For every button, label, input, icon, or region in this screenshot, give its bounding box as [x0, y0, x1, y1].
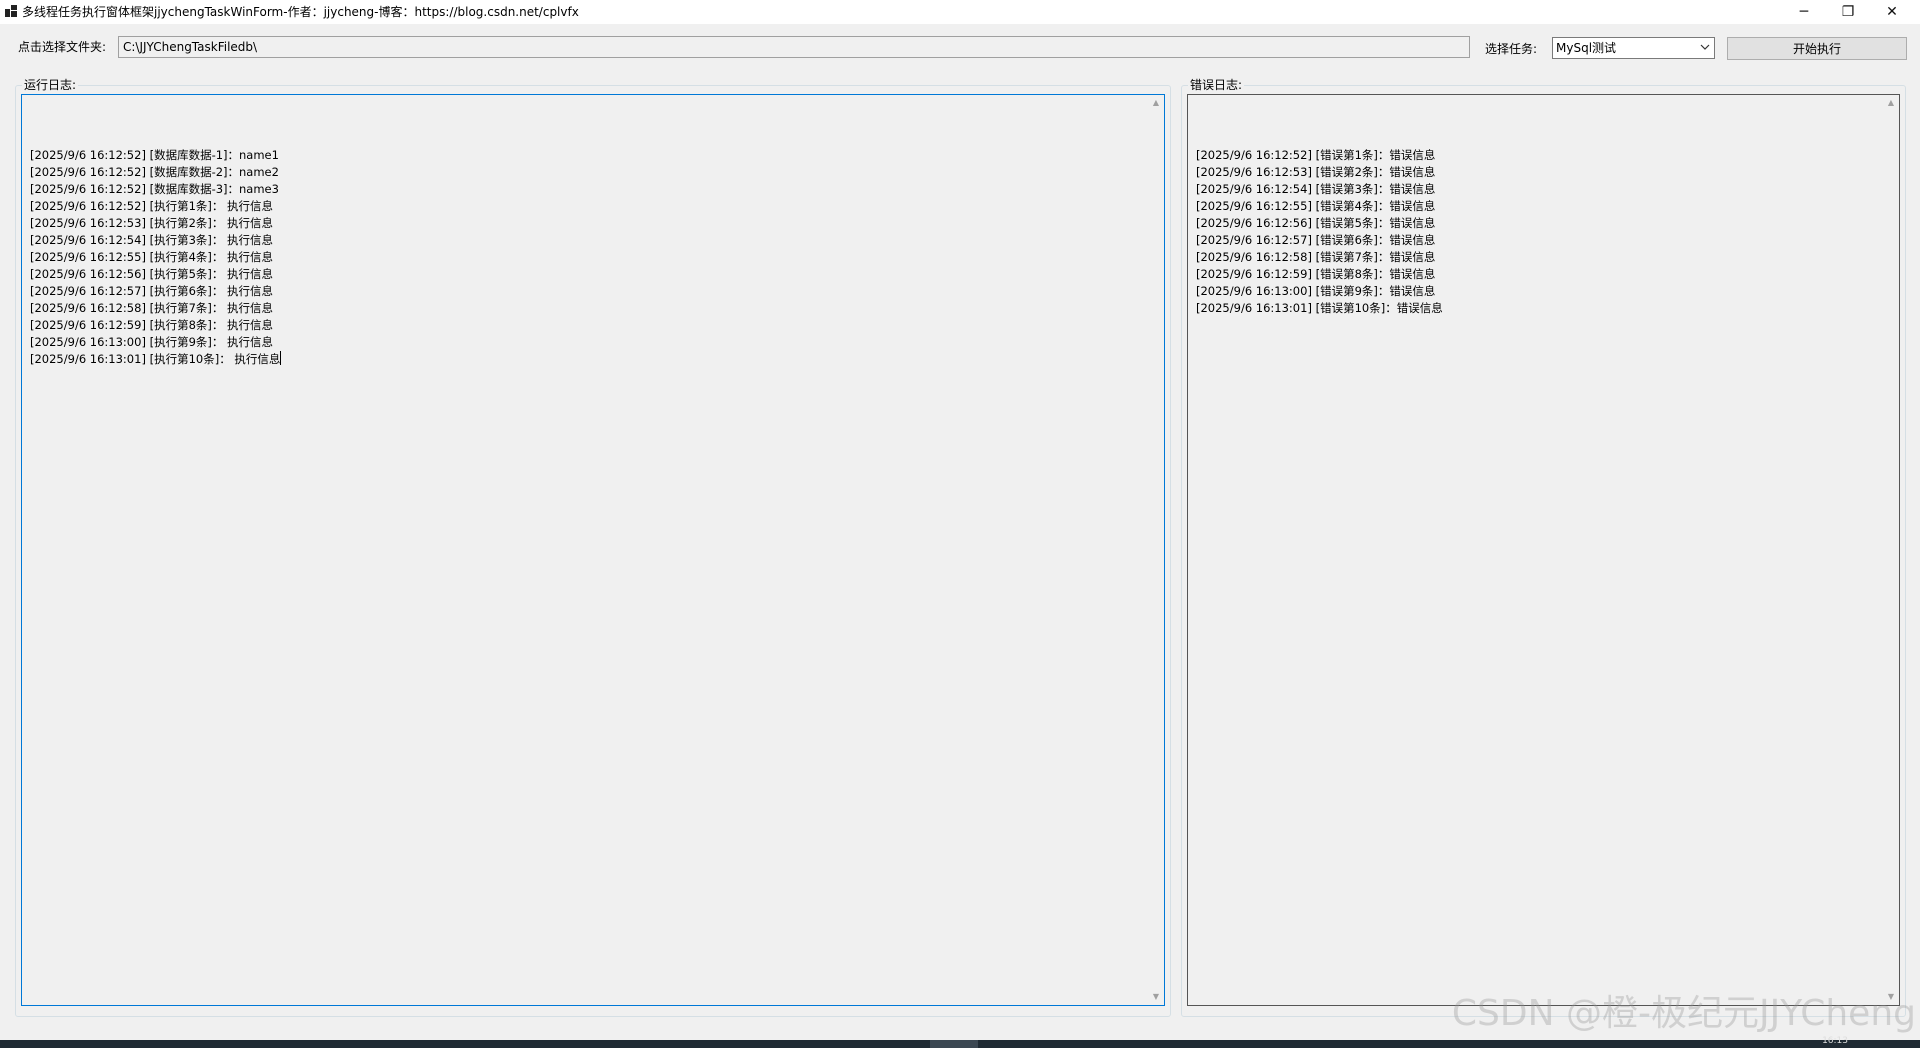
log-line: [2025/9/6 16:12:54] [执行第3条]： 执行信息 — [30, 233, 274, 247]
error-log-scrollbar[interactable]: ▲ ▼ — [1883, 95, 1899, 1005]
close-icon[interactable]: ✕ — [1870, 0, 1914, 24]
log-line: [2025/9/6 16:13:00] [错误第9条]：错误信息 — [1196, 284, 1436, 298]
log-line: [2025/9/6 16:12:52] [数据库数据-3]：name3 — [30, 182, 279, 196]
log-line: [2025/9/6 16:12:58] [错误第7条]：错误信息 — [1196, 250, 1436, 264]
taskbar-app-segment[interactable] — [930, 1040, 978, 1048]
text-caret — [280, 351, 282, 365]
log-line: [2025/9/6 16:12:52] [数据库数据-2]：name2 — [30, 165, 279, 179]
log-line: [2025/9/6 16:12:54] [错误第3条]：错误信息 — [1196, 182, 1436, 196]
log-line: [2025/9/6 16:12:58] [执行第7条]： 执行信息 — [30, 301, 274, 315]
watermark-text: CSDN @橙-极纪元JJYCheng — [1451, 993, 1916, 1034]
taskbar: 16:13 — [0, 1036, 1920, 1048]
scroll-down-icon[interactable]: ▼ — [1148, 989, 1164, 1005]
taskbar-clock: 16:13 — [1822, 1036, 1848, 1046]
log-line: [2025/9/6 16:12:59] [执行第8条]： 执行信息 — [30, 318, 274, 332]
log-line: [2025/9/6 16:12:52] [执行第1条]： 执行信息 — [30, 199, 274, 213]
log-line: [2025/9/6 16:13:01] [错误第10条]：错误信息 — [1196, 301, 1443, 315]
folder-label: 点击选择文件夹: — [18, 40, 107, 54]
log-line: [2025/9/6 16:12:55] [错误第4条]：错误信息 — [1196, 199, 1436, 213]
window-titlebar: 多线程任务执行窗体框架jjychengTaskWinForm-作者：jjyche… — [0, 0, 1920, 24]
log-line: [2025/9/6 16:12:56] [错误第5条]：错误信息 — [1196, 216, 1436, 230]
error-log-title: 错误日志: — [1188, 78, 1245, 92]
restore-icon[interactable]: ❐ — [1826, 0, 1870, 24]
task-select-value: MySql测试 — [1556, 41, 1617, 55]
start-run-button[interactable]: 开始执行 — [1727, 37, 1907, 60]
log-line: [2025/9/6 16:12:59] [错误第8条]：错误信息 — [1196, 267, 1436, 281]
log-line: [2025/9/6 16:12:52] [错误第1条]：错误信息 — [1196, 148, 1436, 162]
log-line: [2025/9/6 16:12:56] [执行第5条]： 执行信息 — [30, 267, 274, 281]
log-line: [2025/9/6 16:13:01] [执行第10条]： 执行信息 — [30, 351, 282, 366]
log-line: [2025/9/6 16:12:57] [错误第6条]：错误信息 — [1196, 233, 1436, 247]
log-line: [2025/9/6 16:12:52] [数据库数据-1]：name1 — [30, 148, 279, 162]
scroll-up-icon[interactable]: ▲ — [1883, 95, 1899, 111]
run-log-title: 运行日志: — [22, 78, 79, 92]
task-select[interactable]: MySql测试 — [1552, 37, 1715, 59]
log-line: [2025/9/6 16:12:53] [错误第2条]：错误信息 — [1196, 165, 1436, 179]
run-log-textbox[interactable]: [2025/9/6 16:12:52] [数据库数据-1]：name1 [2025… — [21, 94, 1165, 1006]
log-line: [2025/9/6 16:12:57] [执行第6条]： 执行信息 — [30, 284, 274, 298]
run-log-scrollbar[interactable]: ▲ ▼ — [1148, 95, 1164, 1005]
app-icon — [5, 5, 17, 17]
minimize-icon[interactable]: ─ — [1782, 0, 1826, 24]
error-log-textbox[interactable]: [2025/9/6 16:12:52] [错误第1条]：错误信息 [2025/9/… — [1187, 94, 1900, 1006]
window-title: 多线程任务执行窗体框架jjychengTaskWinForm-作者：jjyche… — [22, 5, 579, 19]
log-line: [2025/9/6 16:12:53] [执行第2条]： 执行信息 — [30, 216, 274, 230]
task-label: 选择任务: — [1485, 42, 1538, 56]
chevron-down-icon — [1700, 41, 1710, 59]
log-line: [2025/9/6 16:13:00] [执行第9条]： 执行信息 — [30, 335, 274, 349]
scroll-up-icon[interactable]: ▲ — [1148, 95, 1164, 111]
folder-path-input[interactable] — [118, 36, 1470, 58]
log-line: [2025/9/6 16:12:55] [执行第4条]： 执行信息 — [30, 250, 274, 264]
